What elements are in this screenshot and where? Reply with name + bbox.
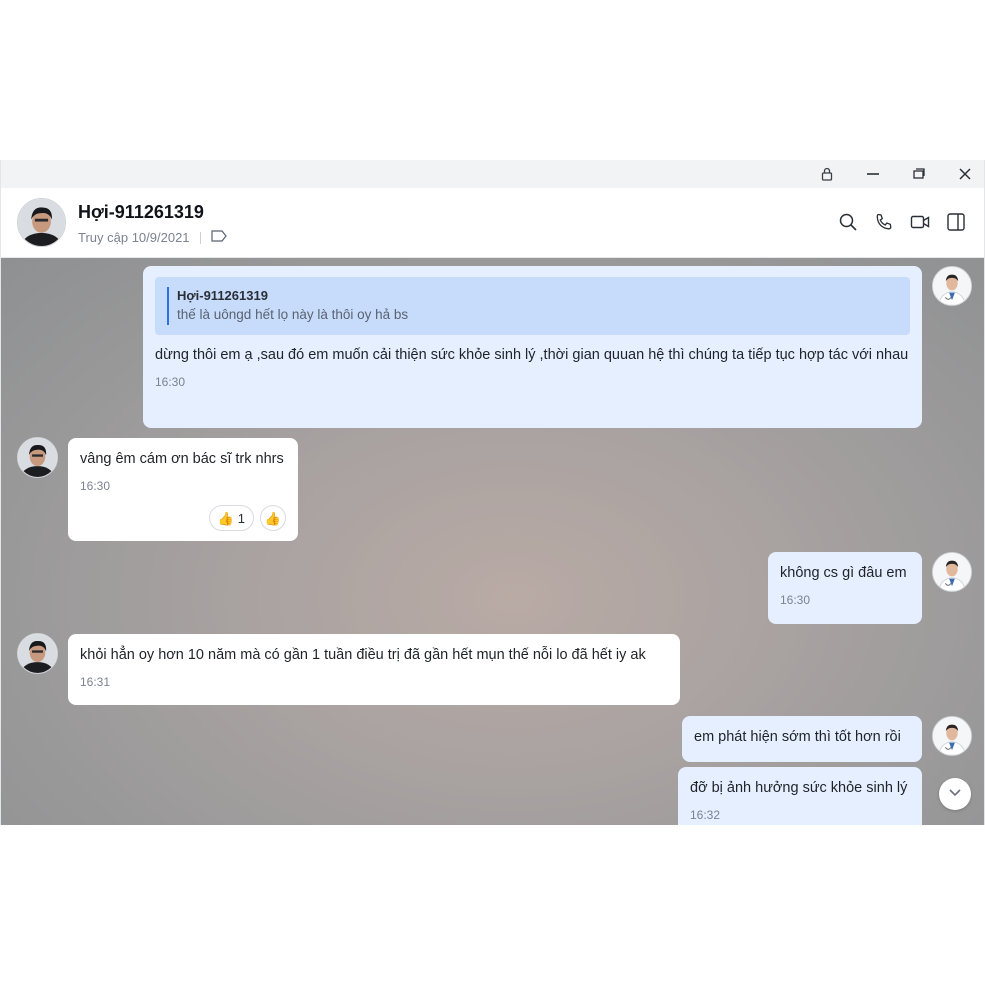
message-text: em phát hiện sớm thì tốt hơn rồi bbox=[694, 729, 901, 745]
message-time: 16:30 bbox=[780, 593, 811, 607]
last-access-text: Truy cập 10/9/2021 bbox=[78, 230, 190, 245]
message-bubble-outgoing[interactable]: đỡ bị ảnh hưởng sức khỏe sinh lý 16:32 bbox=[678, 767, 922, 825]
chat-header: Hợi-911261319 Truy cập 10/9/2021 bbox=[1, 188, 984, 258]
message-text: đỡ bị ảnh hưởng sức khỏe sinh lý bbox=[690, 780, 908, 796]
message-bubble-outgoing[interactable]: Hợi-911261319 thế là uôngd hết lọ này là… bbox=[143, 266, 922, 428]
message-list[interactable]: Hợi-911261319 thế là uôngd hết lọ này là… bbox=[1, 258, 984, 825]
contact-name[interactable]: Hợi-911261319 bbox=[78, 202, 204, 223]
contact-avatar-small[interactable] bbox=[17, 437, 58, 478]
message-text: không cs gì đâu em bbox=[780, 565, 907, 581]
reactions: 👍 1 👍 bbox=[208, 505, 286, 531]
message-time: 16:30 bbox=[155, 375, 186, 389]
tag-icon[interactable] bbox=[210, 230, 227, 245]
reaction-count: 1 bbox=[237, 510, 245, 526]
contact-avatar-small[interactable] bbox=[17, 633, 58, 674]
phone-icon[interactable] bbox=[872, 210, 896, 234]
message-time: 16:31 bbox=[80, 675, 111, 689]
video-call-icon[interactable] bbox=[908, 210, 932, 234]
minimize-icon[interactable] bbox=[859, 162, 887, 186]
message-bubble-outgoing[interactable]: không cs gì đâu em 16:30 bbox=[768, 552, 922, 624]
doctor-avatar[interactable] bbox=[932, 266, 972, 306]
search-icon[interactable] bbox=[836, 210, 860, 234]
contact-status: Truy cập 10/9/2021 bbox=[78, 230, 227, 245]
scroll-to-bottom-button[interactable] bbox=[939, 778, 971, 810]
close-icon[interactable] bbox=[951, 162, 979, 186]
sidebar-toggle-icon[interactable] bbox=[944, 210, 968, 234]
reaction-count-chip[interactable]: 👍 1 bbox=[208, 505, 254, 531]
doctor-avatar[interactable] bbox=[932, 552, 972, 592]
message-text: khỏi hẳn oy hơn 10 năm mà có gần 1 tuần … bbox=[80, 647, 646, 663]
restore-icon[interactable] bbox=[905, 162, 933, 186]
divider bbox=[199, 231, 201, 244]
lock-icon[interactable] bbox=[813, 162, 841, 186]
quote-author: Hợi-911261319 bbox=[177, 288, 268, 303]
message-time: 16:32 bbox=[690, 808, 721, 822]
message-text: vâng êm cám ơn bác sĩ trk nhrs bbox=[80, 451, 284, 467]
thumbs-up-icon: 👍 bbox=[217, 510, 234, 526]
chat-window: Hợi-911261319 Truy cập 10/9/2021 Hợi-911… bbox=[0, 160, 985, 825]
thumbs-up-icon: 👍 bbox=[264, 510, 282, 526]
message-bubble-outgoing[interactable]: em phát hiện sớm thì tốt hơn rồi bbox=[682, 716, 922, 762]
add-reaction-button[interactable]: 👍 bbox=[260, 505, 286, 531]
message-text: dừng thôi em ạ ,sau đó em muốn cải thiện… bbox=[155, 347, 909, 363]
title-bar bbox=[1, 160, 984, 188]
quote-text: thế là uôngd hết lọ này là thôi oy hả bs bbox=[177, 307, 409, 322]
message-bubble-incoming[interactable]: vâng êm cám ơn bác sĩ trk nhrs 16:30 👍 1… bbox=[68, 438, 298, 541]
chevron-down-icon bbox=[947, 784, 963, 805]
message-bubble-incoming[interactable]: khỏi hẳn oy hơn 10 năm mà có gần 1 tuần … bbox=[68, 634, 680, 705]
message-time: 16:30 bbox=[80, 479, 111, 493]
contact-avatar[interactable] bbox=[17, 198, 66, 247]
doctor-avatar[interactable] bbox=[932, 716, 972, 756]
quoted-message[interactable]: Hợi-911261319 thế là uôngd hết lọ này là… bbox=[155, 277, 910, 335]
